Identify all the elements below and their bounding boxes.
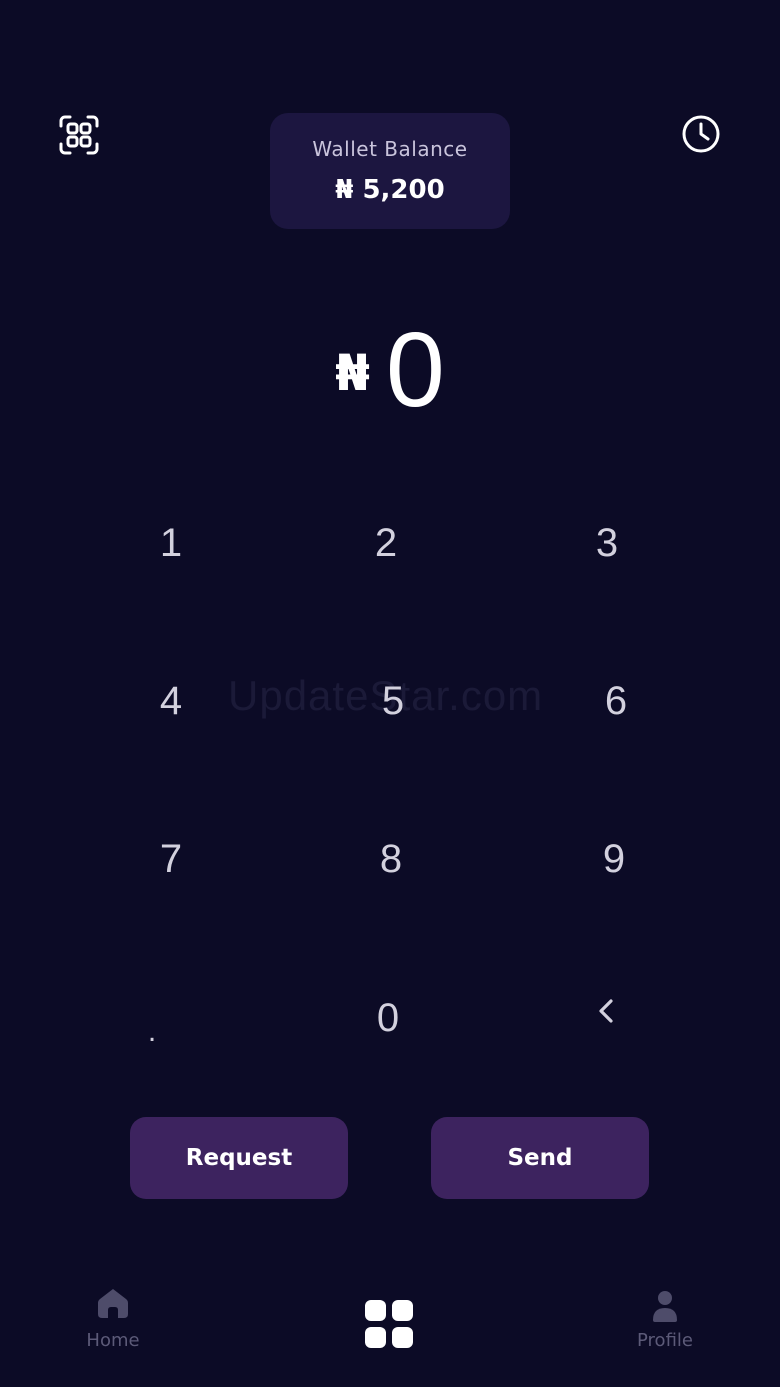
user-icon: [653, 1291, 677, 1322]
keypad-key-0[interactable]: 0: [328, 968, 448, 1068]
chevron-left-icon: [599, 999, 613, 1023]
keypad-key-6[interactable]: 6: [556, 651, 676, 751]
send-button[interactable]: Send: [431, 1117, 649, 1199]
nav-label-home: Home: [86, 1330, 140, 1351]
nav-item-home[interactable]: Home: [80, 1286, 146, 1351]
request-button[interactable]: Request: [130, 1117, 348, 1199]
grid-icon: [365, 1300, 413, 1348]
nav-item-profile[interactable]: Profile: [630, 1290, 700, 1351]
keypad-key-9[interactable]: 9: [554, 809, 674, 909]
keypad-key-3[interactable]: 3: [547, 493, 667, 593]
history-button[interactable]: [678, 111, 724, 157]
keypad-key-2[interactable]: 2: [326, 493, 446, 593]
qr-scan-icon: [59, 115, 99, 155]
clock-icon: [682, 115, 720, 153]
keypad-key-8[interactable]: 8: [331, 809, 451, 909]
nav-label-profile: Profile: [637, 1330, 693, 1351]
wallet-balance-card: Wallet Balance ₦ 5,200: [270, 113, 510, 229]
keypad-key-decimal[interactable]: .: [92, 982, 212, 1082]
amount-currency: ₦: [335, 344, 370, 402]
amount-display: ₦ 0: [0, 310, 780, 430]
wallet-balance-value: ₦ 5,200: [335, 175, 445, 205]
scan-button[interactable]: [56, 112, 102, 158]
payment-screen: Wallet Balance ₦ 5,200 ₦ 0 UpdateStar.co…: [0, 0, 780, 1387]
keypad-key-1[interactable]: 1: [111, 493, 231, 593]
wallet-balance-label: Wallet Balance: [312, 137, 468, 161]
keypad-key-7[interactable]: 7: [111, 809, 231, 909]
keypad-backspace-button[interactable]: [546, 961, 666, 1061]
amount-value: 0: [385, 311, 445, 429]
keypad-key-4[interactable]: 4: [111, 651, 231, 751]
home-icon: [98, 1289, 128, 1318]
nav-item-dashboard[interactable]: [362, 1298, 416, 1350]
keypad-key-5[interactable]: 5: [333, 651, 453, 751]
